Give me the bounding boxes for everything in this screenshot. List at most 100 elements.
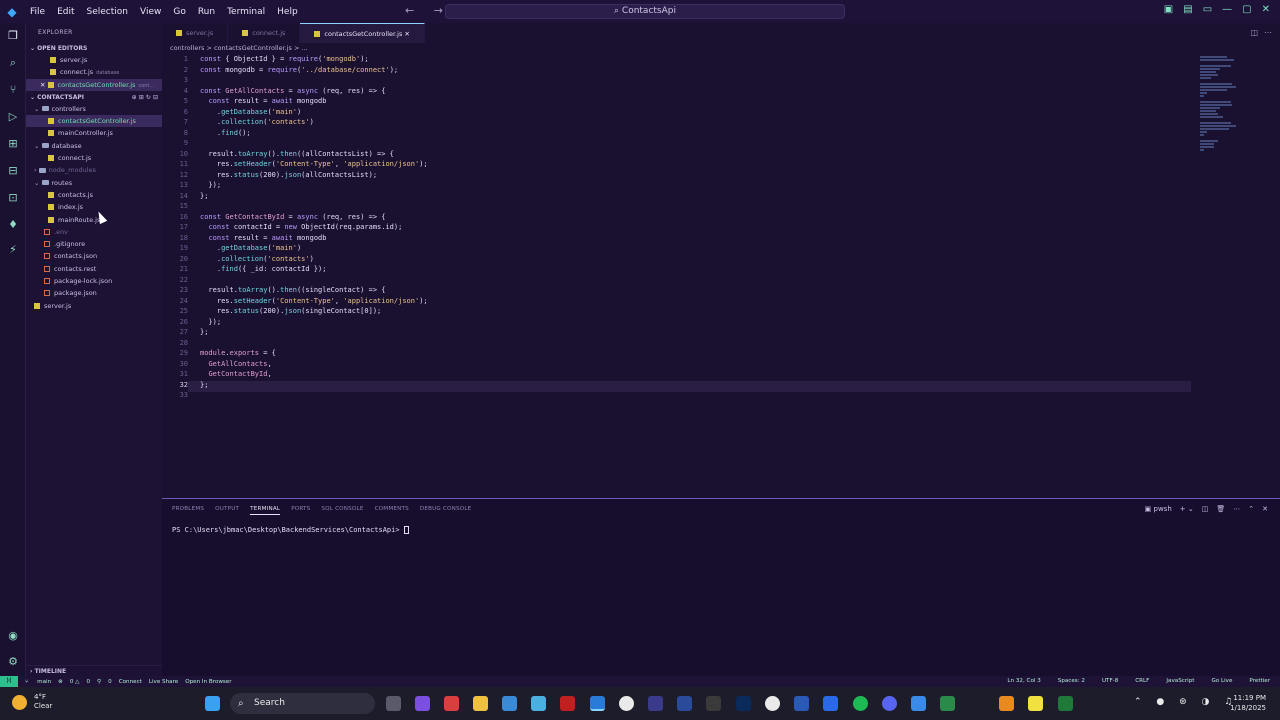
remote-indicator-icon[interactable]: ⟩⟨ bbox=[0, 676, 18, 687]
task-view-icon[interactable] bbox=[386, 696, 401, 711]
kill-terminal-icon[interactable]: 🗑 bbox=[1216, 505, 1225, 513]
tree-item[interactable]: server.js bbox=[26, 300, 162, 312]
terminal-taskbar-icon[interactable] bbox=[706, 696, 721, 711]
panel-tab-output[interactable]: OUTPUT bbox=[215, 506, 239, 515]
problems-indicator[interactable]: ⊗ 0 △ 0 bbox=[58, 679, 90, 685]
menu-item-edit[interactable]: Edit bbox=[57, 7, 74, 17]
system-tray-icons[interactable]: ⌃ ● ⊛ ◑ ♫ bbox=[1134, 697, 1238, 707]
tree-item[interactable]: contacts.json bbox=[26, 250, 162, 262]
minimap[interactable] bbox=[1200, 56, 1240, 151]
open-editor-item[interactable]: connect.js database bbox=[26, 66, 162, 78]
tree-item[interactable]: ⌄ database bbox=[26, 140, 162, 152]
file-explorer-icon[interactable] bbox=[473, 696, 488, 711]
tree-item[interactable]: package-lock.json bbox=[26, 275, 162, 287]
toggle-sidebar-icon[interactable]: ▤ bbox=[1183, 4, 1192, 15]
tree-item[interactable]: ⌄ controllers bbox=[26, 103, 162, 115]
excel-icon[interactable] bbox=[1058, 696, 1073, 711]
app-icon-5[interactable] bbox=[677, 696, 692, 711]
tree-item[interactable]: › node_modules bbox=[26, 164, 162, 176]
cursor-position[interactable]: Ln 32, Col 3 bbox=[1007, 676, 1040, 687]
editor-tab[interactable]: contactsGetController.js ✕ bbox=[300, 23, 425, 43]
discord-icon[interactable] bbox=[882, 696, 897, 711]
maximize-panel-icon[interactable]: ⌃ bbox=[1248, 505, 1254, 513]
split-terminal-icon[interactable]: ◫ bbox=[1202, 505, 1209, 513]
live-share-button[interactable]: Live Share bbox=[149, 679, 178, 685]
chrome-icon[interactable] bbox=[502, 696, 517, 711]
vscode-logo-icon[interactable]: ◆ bbox=[0, 0, 24, 23]
tree-item[interactable]: ⌄ routes bbox=[26, 177, 162, 189]
tree-item[interactable]: contactsGetController.js bbox=[26, 115, 162, 128]
settings-gear-icon[interactable]: ⚙ bbox=[6, 655, 20, 669]
app-icon-4[interactable] bbox=[648, 696, 663, 711]
code-editor[interactable]: 1 2 3 4 5 6 7 8 9 10 11 12 13 14 15 16 17 18 19 20 21 22 23 24 2… bbox=[162, 54, 1280, 498]
line-ending[interactable]: CRLF bbox=[1135, 676, 1149, 687]
extensions-icon[interactable]: ⊞ bbox=[6, 137, 20, 151]
encoding[interactable]: UTF-8 bbox=[1102, 676, 1118, 687]
remote-icon[interactable]: ⊡ bbox=[6, 191, 20, 205]
app-icon-2[interactable] bbox=[560, 696, 575, 711]
database-icon[interactable]: ⊟ bbox=[6, 164, 20, 178]
tree-item[interactable]: package.json bbox=[26, 287, 162, 299]
prettier-button[interactable]: Prettier bbox=[1249, 676, 1270, 687]
tree-item[interactable]: .gitignore bbox=[26, 238, 162, 250]
close-panel-icon[interactable]: ✕ bbox=[1262, 505, 1268, 513]
run-debug-icon[interactable]: ▷ bbox=[6, 110, 20, 124]
menu-item-go[interactable]: Go bbox=[173, 7, 185, 17]
app-icon-3[interactable] bbox=[619, 696, 634, 711]
maximize-icon[interactable]: ▢ bbox=[1242, 4, 1251, 15]
close-tab-icon[interactable]: ✕ bbox=[402, 30, 409, 38]
tree-item[interactable]: mainRoute.js bbox=[26, 214, 162, 226]
mongodb-leaf-icon[interactable]: ♦ bbox=[6, 218, 20, 232]
panel-tab-sql-console[interactable]: SQL CONSOLE bbox=[321, 506, 363, 515]
go-live-button[interactable]: Go Live bbox=[1211, 676, 1232, 687]
new-terminal-icon[interactable]: + ⌄ bbox=[1180, 505, 1194, 513]
split-editor-icon[interactable]: ◫ bbox=[1250, 28, 1258, 37]
menu-item-selection[interactable]: Selection bbox=[87, 7, 128, 17]
terminal-shell-icon[interactable]: ▣ pwsh bbox=[1145, 505, 1172, 513]
indentation[interactable]: Spaces: 2 bbox=[1058, 676, 1085, 687]
ports-indicator[interactable]: ⚲ 0 bbox=[97, 679, 112, 685]
editor-tab[interactable]: connect.js bbox=[228, 23, 301, 43]
breadcrumb[interactable]: controllers > contactsGetController.js >… bbox=[170, 43, 308, 54]
word-icon[interactable] bbox=[794, 696, 809, 711]
project-header[interactable]: ⌄ CONTACTSAPI ⊕ ⊞ ↻ ⊟ bbox=[26, 92, 162, 103]
source-control-icon[interactable]: ⑂ bbox=[6, 83, 20, 97]
copilot-icon[interactable] bbox=[415, 696, 430, 711]
close-editor-icon[interactable]: ✕ bbox=[40, 81, 48, 89]
close-window-icon[interactable]: ✕ bbox=[1262, 4, 1270, 15]
windows-start-icon[interactable] bbox=[205, 696, 220, 711]
app-icon-1[interactable] bbox=[444, 696, 459, 711]
menu-item-view[interactable]: View bbox=[140, 7, 161, 17]
menu-item-file[interactable]: File bbox=[30, 7, 45, 17]
menu-item-help[interactable]: Help bbox=[277, 7, 298, 17]
app-icon-6[interactable] bbox=[765, 696, 780, 711]
panel-tab-problems[interactable]: PROBLEMS bbox=[172, 506, 204, 515]
zoom-icon[interactable] bbox=[823, 696, 838, 711]
spotify-icon[interactable] bbox=[853, 696, 868, 711]
explorer-icon[interactable]: ❐ bbox=[6, 29, 20, 43]
code-content[interactable]: const { ObjectId } = require('mongodb');… bbox=[200, 54, 428, 401]
app-icon-8[interactable] bbox=[940, 696, 955, 711]
tree-item[interactable]: .env bbox=[26, 226, 162, 238]
clock[interactable]: 11:19 PM 1/18/2025 bbox=[1230, 693, 1266, 713]
panel-tab-terminal[interactable]: TERMINAL bbox=[250, 506, 281, 515]
language-mode[interactable]: JavaScript bbox=[1166, 676, 1194, 687]
panel-more-icon[interactable]: ⋯ bbox=[1233, 505, 1240, 513]
layout-icon[interactable]: ▣ bbox=[1164, 4, 1173, 15]
open-browser-button[interactable]: Open In Browser bbox=[185, 679, 231, 685]
more-actions-icon[interactable]: ⋯ bbox=[1264, 28, 1272, 37]
tree-item[interactable]: index.js bbox=[26, 201, 162, 213]
open-editors-header[interactable]: ⌄ OPEN EDITORS bbox=[26, 43, 162, 54]
tree-item[interactable]: contacts.js bbox=[26, 189, 162, 201]
panel-tab-comments[interactable]: COMMENTS bbox=[375, 506, 409, 515]
tree-item[interactable]: connect.js bbox=[26, 152, 162, 164]
live-share-icon[interactable]: ⚡ bbox=[6, 243, 20, 257]
taskbar-search[interactable]: Search bbox=[230, 693, 375, 714]
weather-widget[interactable]: 4°F Clear bbox=[34, 693, 52, 711]
menu-item-run[interactable]: Run bbox=[198, 7, 215, 17]
panel-tab-ports[interactable]: PORTS bbox=[291, 506, 310, 515]
account-icon[interactable]: ◉ bbox=[6, 629, 20, 643]
search-icon[interactable]: ⌕ bbox=[6, 56, 20, 70]
editor-tab[interactable]: server.js bbox=[162, 23, 229, 43]
toggle-panel-icon[interactable]: ▭ bbox=[1203, 4, 1212, 15]
